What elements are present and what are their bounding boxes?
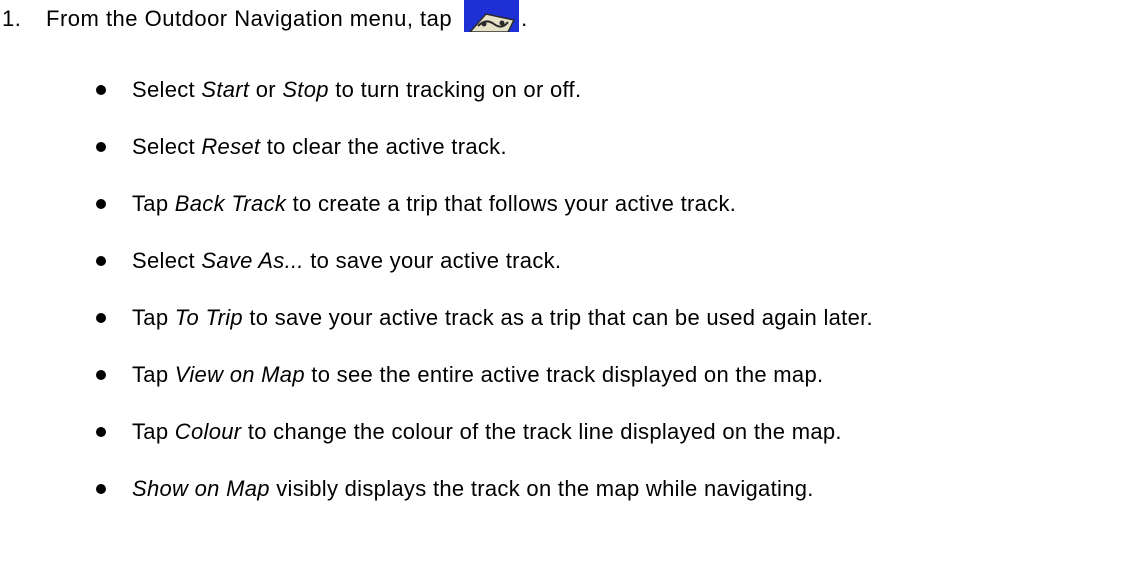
list-item-text: Tap To Trip to save your active track as… [132, 305, 873, 330]
list-item-text: Select Save As... to save your active tr… [132, 248, 562, 273]
bullet-icon [96, 199, 106, 209]
bullet-icon [96, 142, 106, 152]
step-1: 1. From the Outdoor Navigation menu, tap… [0, 0, 528, 38]
bullet-icon [96, 370, 106, 380]
step-period: . [521, 6, 528, 31]
list-item-text: Show on Map visibly displays the track o… [132, 476, 814, 501]
bullet-icon [96, 313, 106, 323]
bullet-icon [96, 484, 106, 494]
list-item-text: Tap Back Track to create a trip that fol… [132, 191, 737, 216]
list-item-text: Select Start or Stop to turn tracking on… [132, 77, 582, 102]
list-item-text: Tap View on Map to see the entire active… [132, 362, 824, 387]
step-text: From the Outdoor Navigation menu, tap [46, 6, 453, 31]
bullet-icon [96, 256, 106, 266]
list-item-text: Tap Colour to change the colour of the t… [132, 419, 842, 444]
track-menu-icon [464, 0, 520, 32]
step-number: 1. [2, 6, 22, 31]
list-item-text: Select Reset to clear the active track. [132, 134, 507, 159]
bullet-icon [96, 85, 106, 95]
bullet-icon [96, 427, 106, 437]
